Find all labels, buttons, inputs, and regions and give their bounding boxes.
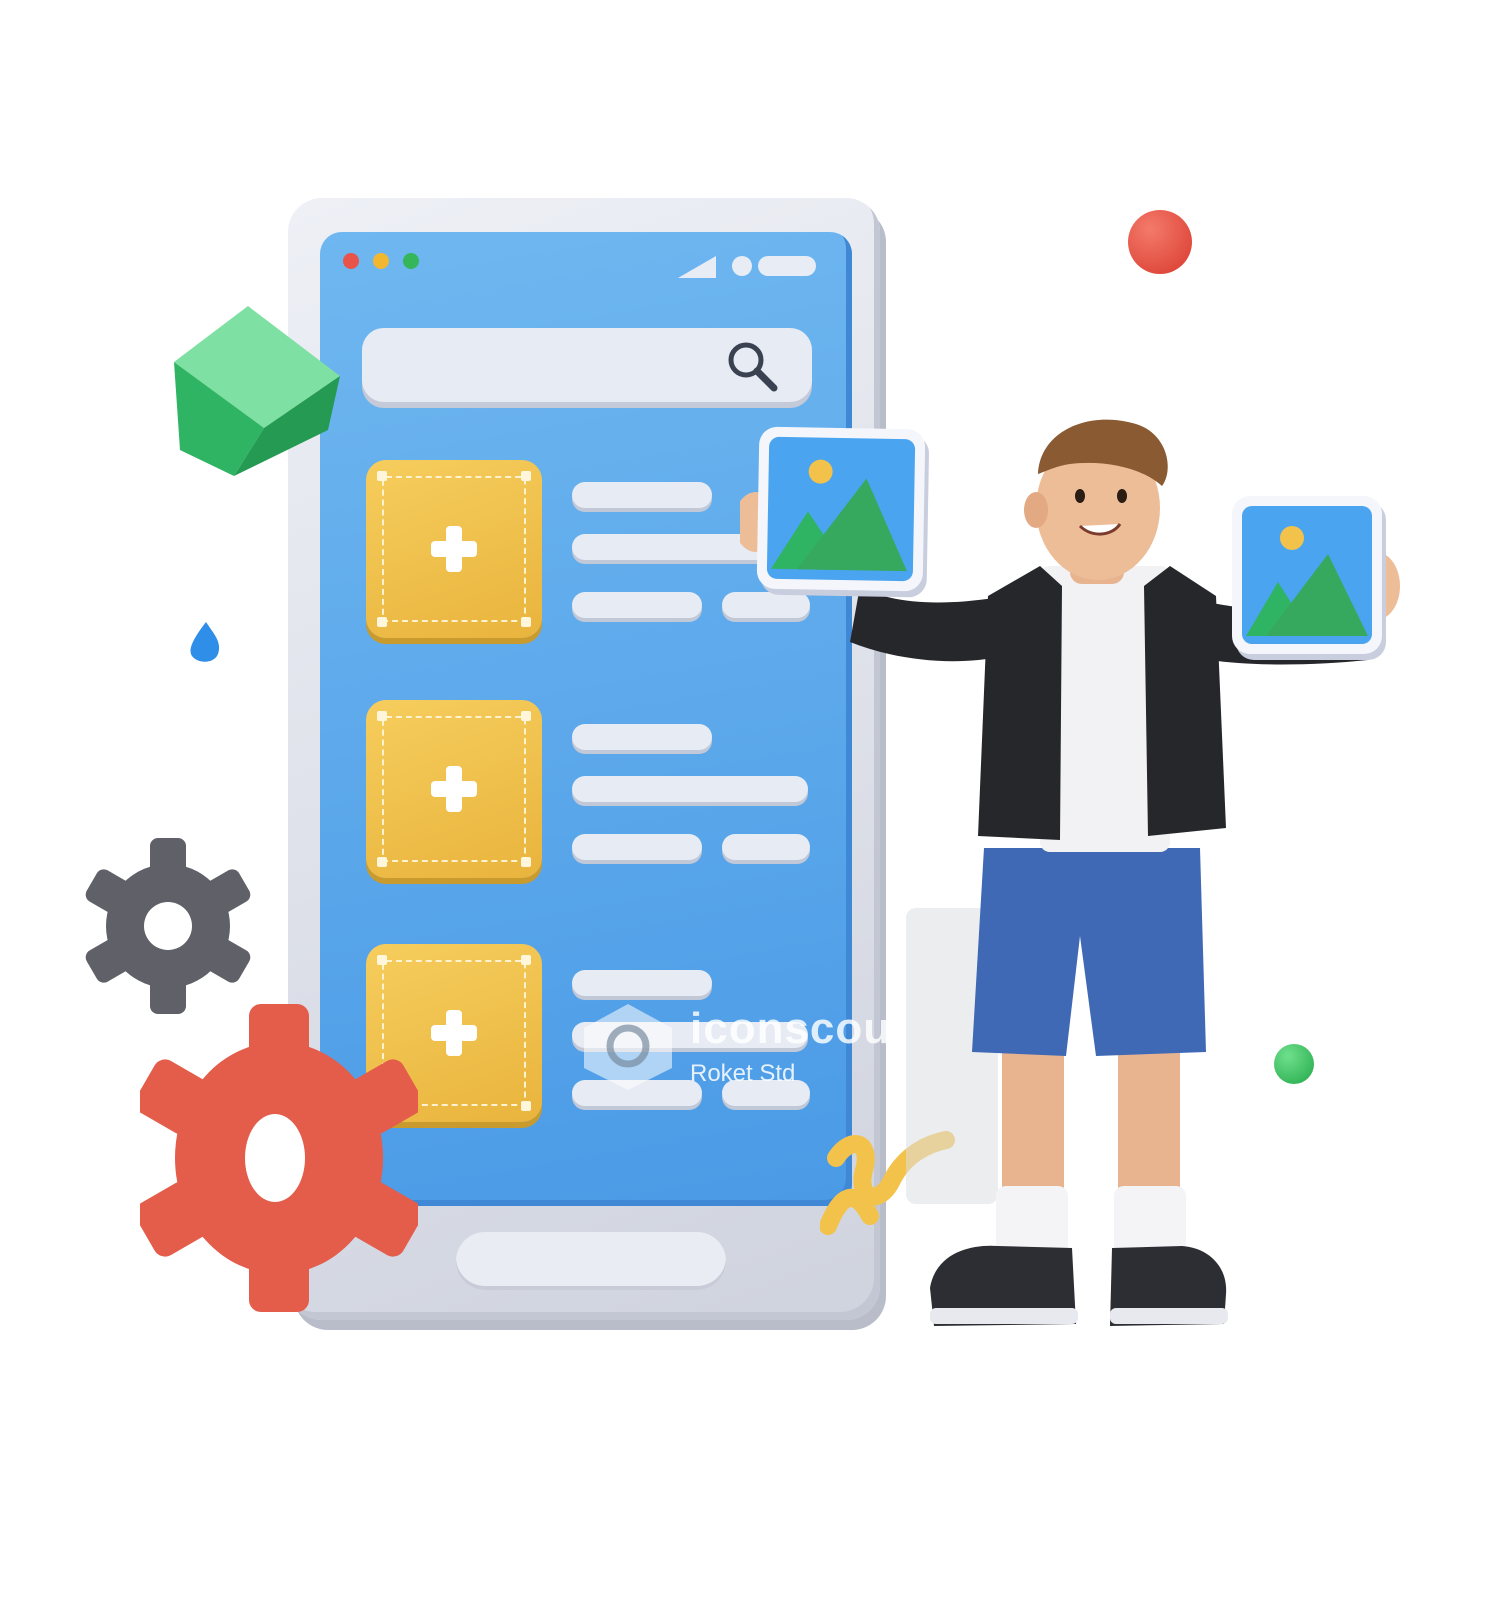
image-icon [1246, 526, 1368, 636]
search-icon[interactable] [722, 336, 786, 400]
watermark-brand: iconscout [690, 1004, 907, 1053]
status-dot [732, 256, 752, 276]
list-item-1-line [572, 592, 702, 618]
list-item-2-thumbnail[interactable] [366, 700, 542, 878]
window-dot-yellow [373, 253, 389, 269]
list-item-1-thumbnail[interactable] [366, 460, 542, 638]
iconscout-logo-icon [584, 1004, 672, 1090]
gear-icon [85, 838, 251, 1014]
list-item-2-line [572, 724, 712, 750]
cube-shape [174, 306, 340, 476]
image-card-right[interactable] [1232, 496, 1382, 654]
signal-icon [678, 256, 716, 278]
list-item-2-line [572, 834, 702, 860]
image-card-left[interactable] [756, 426, 926, 592]
battery-pill [758, 256, 816, 276]
droplet-shape [190, 622, 220, 662]
list-item-1-line [572, 482, 712, 508]
gear-icon [140, 1004, 418, 1312]
home-button[interactable] [456, 1232, 726, 1290]
window-dot-green [403, 253, 419, 269]
watermark-author: Roket Std [690, 1060, 796, 1087]
list-item-3-line [572, 970, 712, 996]
image-icon [770, 459, 907, 572]
ball-red [1128, 210, 1192, 274]
window-dot-red [343, 253, 359, 269]
